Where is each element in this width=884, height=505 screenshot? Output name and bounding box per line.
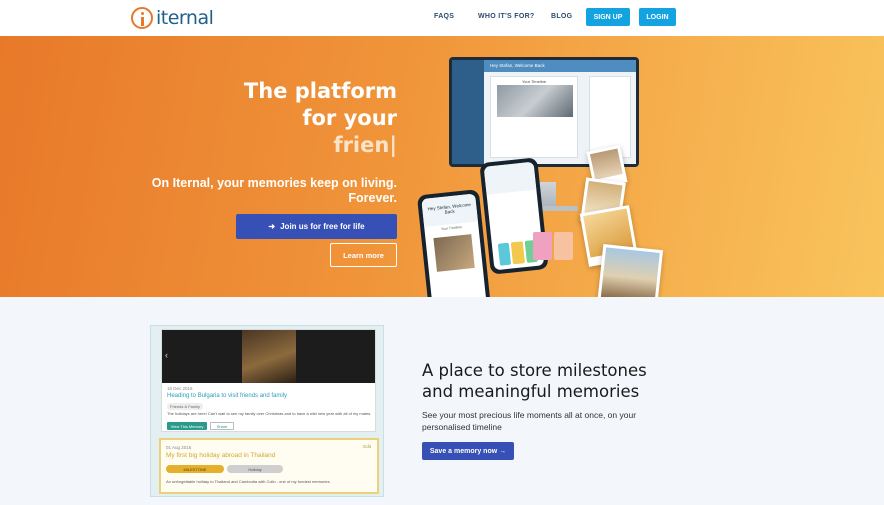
memory-title[interactable]: Heading to Bulgaria to visit friends and… bbox=[167, 393, 287, 399]
polaroid-photo bbox=[596, 244, 664, 297]
logo-icon bbox=[131, 7, 153, 29]
view-memory-button[interactable]: View This Memory bbox=[167, 422, 207, 430]
milestone-body: An unforgettable holiday to Thailand and… bbox=[166, 479, 331, 484]
hero-subtitle-line2: Forever. bbox=[348, 191, 397, 205]
hero-subtitle: On Iternal, your memories keep on living… bbox=[137, 176, 397, 206]
memory-tag: Friends & Family bbox=[167, 403, 204, 410]
phone-header-text: Hey Stefan, Welcome Back bbox=[427, 201, 472, 215]
join-button[interactable]: ➜ Join us for free for life bbox=[236, 214, 397, 239]
join-button-label: Join us for free for life bbox=[280, 222, 365, 231]
app-header: Hey Stefan, Welcome Back bbox=[484, 60, 636, 72]
nav-link-blog[interactable]: BLOG bbox=[551, 13, 572, 20]
iternal-logo[interactable]: iternal bbox=[131, 6, 214, 30]
logo-text: iternal bbox=[156, 7, 214, 29]
memory-body: The holidays are here! Can't wait to see… bbox=[167, 411, 372, 416]
section-title-line1: A place to store milestones bbox=[422, 361, 647, 380]
nav-link-faqs[interactable]: FAQS bbox=[434, 13, 454, 20]
app-timeline-title: Your Timeline bbox=[521, 79, 547, 84]
phone-tiles bbox=[497, 239, 538, 266]
milestones-section: ‹ 15 Dec 2016 Heading to Bulgaria to vis… bbox=[0, 297, 884, 505]
save-memory-button[interactable]: Save a memory now → bbox=[422, 442, 514, 460]
signup-button[interactable]: SIGN UP bbox=[586, 8, 630, 26]
phone-mockup-left: Hey Stefan, Welcome Back Your Timeline bbox=[416, 189, 492, 297]
app-sidebar bbox=[452, 60, 484, 164]
phone-header: Hey Stefan, Welcome Back bbox=[421, 193, 478, 227]
section-title-line2: and meaningful memories bbox=[422, 382, 640, 401]
top-nav: iternal FAQS WHO IT'S FOR? BLOG SIGN UP … bbox=[0, 0, 884, 36]
floating-tiles bbox=[533, 232, 573, 260]
phone-header-2 bbox=[483, 161, 537, 195]
app-timeline-photo bbox=[497, 85, 573, 117]
app-right-panel bbox=[589, 76, 631, 158]
login-button[interactable]: LOGIN bbox=[639, 8, 676, 26]
timeline-mockup: ‹ 15 Dec 2016 Heading to Bulgaria to vis… bbox=[150, 325, 384, 497]
hero-section: The platform for your frien| On Iternal,… bbox=[0, 36, 884, 297]
hero-subtitle-line1: On Iternal, your memories keep on living… bbox=[151, 176, 397, 190]
hero-title-line2: for your bbox=[302, 106, 397, 130]
arrow-right-icon: ➜ bbox=[268, 222, 276, 231]
app-timeline-card: Your Timeline bbox=[490, 76, 578, 158]
section-title: A place to store milestones and meaningf… bbox=[422, 360, 752, 402]
milestone-card: 01 Aug 2016 Edit My first big holiday ab… bbox=[159, 438, 379, 494]
memory-card: ‹ 15 Dec 2016 Heading to Bulgaria to vis… bbox=[161, 329, 376, 432]
tile bbox=[497, 242, 512, 266]
memory-date: 15 Dec 2016 bbox=[167, 386, 193, 391]
hero-title: The platform for your frien| bbox=[244, 78, 397, 159]
milestone-title[interactable]: My first big holiday abroad in Thailand bbox=[166, 452, 275, 459]
learn-more-button[interactable]: Learn more bbox=[330, 243, 397, 267]
nav-link-who-its-for[interactable]: WHO IT'S FOR? bbox=[478, 13, 535, 20]
hero-title-typed: frien| bbox=[333, 133, 397, 157]
tile bbox=[554, 232, 573, 260]
memory-video[interactable]: ‹ bbox=[162, 330, 375, 383]
section-description: See your most precious life moments all … bbox=[422, 410, 637, 432]
video-frame bbox=[242, 330, 296, 383]
milestone-badge: MILESTONE bbox=[166, 465, 224, 473]
tile bbox=[511, 241, 525, 265]
hero-title-line1: The platform bbox=[243, 79, 397, 103]
edit-button[interactable]: Edit bbox=[363, 444, 371, 449]
chevron-left-icon[interactable]: ‹ bbox=[165, 350, 168, 360]
share-button[interactable]: Share bbox=[210, 422, 234, 430]
milestone-date: 01 Aug 2016 bbox=[166, 445, 192, 450]
tile bbox=[533, 232, 552, 260]
phone-photo bbox=[433, 234, 475, 272]
holiday-badge: Holiday bbox=[227, 465, 283, 473]
